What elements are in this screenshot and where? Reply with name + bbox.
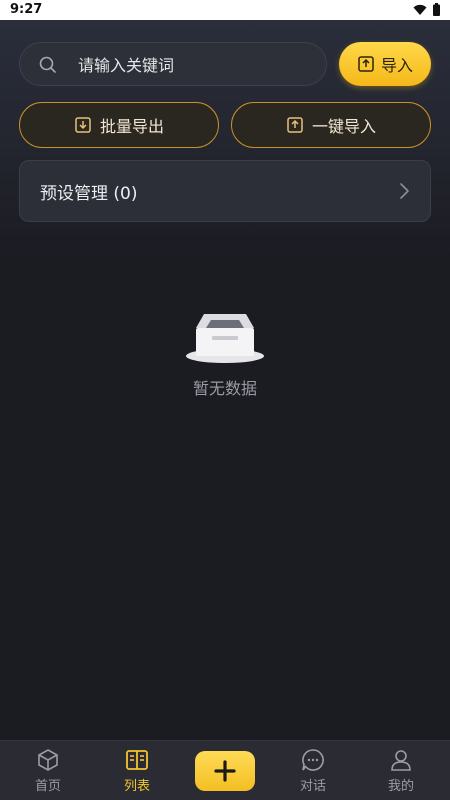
- chat-icon: [302, 749, 324, 771]
- empty-box-icon: [186, 314, 264, 363]
- download-icon: [75, 117, 91, 133]
- nav-item-list[interactable]: 列表: [92, 741, 182, 800]
- battery-icon: [433, 3, 440, 16]
- search-icon: [39, 56, 56, 73]
- plus-icon: [214, 760, 236, 782]
- preset-management-item[interactable]: 预设管理 (0): [19, 160, 431, 222]
- one-click-import-label: 一键导入: [311, 117, 376, 136]
- status-icons: [413, 3, 440, 16]
- import-button-label: 导入: [380, 56, 413, 75]
- preset-management-label: 预设管理 (0): [40, 184, 138, 204]
- wifi-icon: [413, 4, 427, 15]
- upload-icon: [358, 56, 374, 72]
- import-button[interactable]: 导入: [339, 42, 431, 86]
- upload-icon: [287, 117, 303, 133]
- chevron-right-icon: [400, 183, 409, 199]
- empty-state-text: 暂无数据: [192, 379, 257, 398]
- bottom-navigation: 首页 列表 对话 我的: [0, 740, 450, 800]
- search-input[interactable]: [76, 43, 320, 87]
- nav-label-home: 首页: [34, 779, 61, 794]
- one-click-import-button[interactable]: 一键导入: [231, 102, 431, 148]
- list-icon: [126, 750, 148, 770]
- status-bar: 9:27: [0, 0, 450, 20]
- nav-item-chat[interactable]: 对话: [268, 741, 358, 800]
- add-button[interactable]: [195, 751, 255, 791]
- nav-item-profile[interactable]: 我的: [356, 741, 446, 800]
- nav-item-home[interactable]: 首页: [3, 741, 93, 800]
- nav-label-chat: 对话: [299, 779, 326, 794]
- profile-icon: [391, 750, 411, 771]
- search-box[interactable]: [19, 42, 327, 87]
- bulk-export-label: 批量导出: [99, 117, 164, 136]
- nav-label-profile: 我的: [387, 779, 414, 794]
- home-icon: [38, 749, 58, 771]
- nav-label-list: 列表: [123, 779, 150, 794]
- status-time: 9:27: [10, 2, 43, 17]
- bulk-export-button[interactable]: 批量导出: [19, 102, 219, 148]
